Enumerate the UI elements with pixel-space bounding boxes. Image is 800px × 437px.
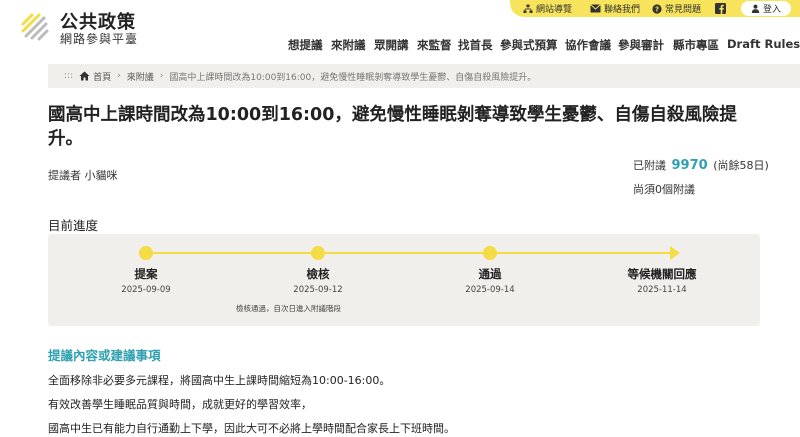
signed-prefix: 已附議 xyxy=(633,159,666,172)
stage-date: 2025-09-12 xyxy=(293,285,343,295)
progress-heading: 目前進度 xyxy=(48,218,99,233)
signatures-needed: 尚須0個附議 xyxy=(633,183,695,196)
signature-count: 已附議 9970 (尚餘58日) xyxy=(633,157,769,173)
site-logo-icon[interactable] xyxy=(20,12,50,42)
breadcrumb: ::: 首頁 › 來附議 › 國高中上課時間改為10:00到16:00，避免慢性… xyxy=(48,64,800,88)
breadcrumb-anchor[interactable]: ::: xyxy=(64,71,73,81)
site-subtitle[interactable]: 網路參與平臺 xyxy=(60,30,138,47)
progress-track xyxy=(145,252,675,254)
login-label: 登入 xyxy=(762,5,781,15)
stage-date: 2025-09-09 xyxy=(121,285,171,295)
progress-arrow-icon xyxy=(670,246,680,260)
signed-remaining-days: (尚餘58日) xyxy=(713,159,769,172)
content-paragraph: 全面移除非必要多元課程，將國高中生上課時間縮短為10:00-16:00。 xyxy=(48,374,391,387)
sitemap-link[interactable]: 網站導覽 xyxy=(523,0,572,17)
content-paragraph: 國高中生已有能力自行通勤上下學，因此大可不必將上學時間配合家長上下班時間。 xyxy=(48,422,455,435)
nav-propose[interactable]: 想提議 xyxy=(288,37,323,53)
breadcrumb-separator: › xyxy=(117,71,121,81)
breadcrumb-separator: › xyxy=(159,71,164,81)
nav-forum[interactable]: 眾開講 xyxy=(374,37,409,53)
svg-text:?: ? xyxy=(655,5,659,13)
content-heading: 提議內容或建議事項 xyxy=(48,348,161,363)
facebook-link[interactable] xyxy=(715,0,729,17)
nav-county-zone[interactable]: 縣市專區 xyxy=(673,37,719,53)
stage-dot xyxy=(311,246,325,260)
page-title-line: 升。 xyxy=(48,129,83,149)
mail-icon xyxy=(590,4,601,13)
faq-label: 常見問題 xyxy=(665,5,702,15)
contact-link[interactable]: 聯絡我們 xyxy=(590,0,640,17)
content-paragraph: 有效改善學生睡眠品質與時間，成就更好的學習效率， xyxy=(48,398,312,411)
nav-collab-meeting[interactable]: 協作會議 xyxy=(565,37,611,53)
nav-find-official[interactable]: 找首長 xyxy=(458,37,493,53)
stage-note: 檢核通過，自次日進入附議階段 xyxy=(236,304,341,313)
page-title-line: 國高中上課時間改為10:00到16:00，避免慢性睡眠剝奪導致學生憂鬱、自傷自殺… xyxy=(48,105,737,125)
faq-link[interactable]: ? 常見問題 xyxy=(652,0,701,17)
page-title: 國高中上課時間改為10:00到16:00，避免慢性睡眠剝奪導致學生憂鬱、自傷自殺… xyxy=(48,103,748,151)
facebook-icon xyxy=(715,3,726,14)
nav-audit[interactable]: 參與審計 xyxy=(618,37,664,53)
breadcrumb-section[interactable]: 來附議 xyxy=(127,70,154,83)
contact-label: 聯絡我們 xyxy=(604,5,641,15)
proposer-name: 提議者 小貓咪 xyxy=(48,169,118,182)
stage-dot xyxy=(483,246,497,260)
nav-draft-rules[interactable]: Draft Rules xyxy=(727,37,800,53)
login-button[interactable]: 登入 xyxy=(741,1,791,16)
sitemap-icon xyxy=(523,4,533,13)
stage-date: 2025-11-14 xyxy=(637,285,687,295)
stage-date: 2025-09-14 xyxy=(465,285,515,295)
home-icon xyxy=(79,71,90,81)
nav-endorse[interactable]: 來附議 xyxy=(331,37,366,53)
stage-label: 檢核 xyxy=(306,267,330,281)
breadcrumb-current: 國高中上課時間改為10:00到16:00，避免慢性睡眠剝奪導致學生憂鬱、自傷自殺… xyxy=(169,72,537,83)
user-icon xyxy=(751,4,760,13)
question-icon: ? xyxy=(652,3,662,14)
progress-timeline: 提案 2025-09-09 檢核 2025-09-12 通過 2025-09-1… xyxy=(48,234,760,326)
nav-participatory-budget[interactable]: 參與式預算 xyxy=(500,37,558,53)
stage-label: 等候機關回應 xyxy=(627,267,697,281)
nav-monitor[interactable]: 來監督 xyxy=(417,37,452,53)
signed-count: 9970 xyxy=(671,158,708,173)
stage-label: 通過 xyxy=(478,267,502,281)
stage-dot xyxy=(139,246,153,260)
breadcrumb-home[interactable]: 首頁 xyxy=(93,70,111,83)
sitemap-label: 網站導覽 xyxy=(536,5,573,15)
stage-label: 提案 xyxy=(134,267,158,281)
site-header: 公共政策 網路參與平臺 網站導覽 聯絡我們 ? 常見問題 登入 想提議 來附議 … xyxy=(0,0,800,64)
